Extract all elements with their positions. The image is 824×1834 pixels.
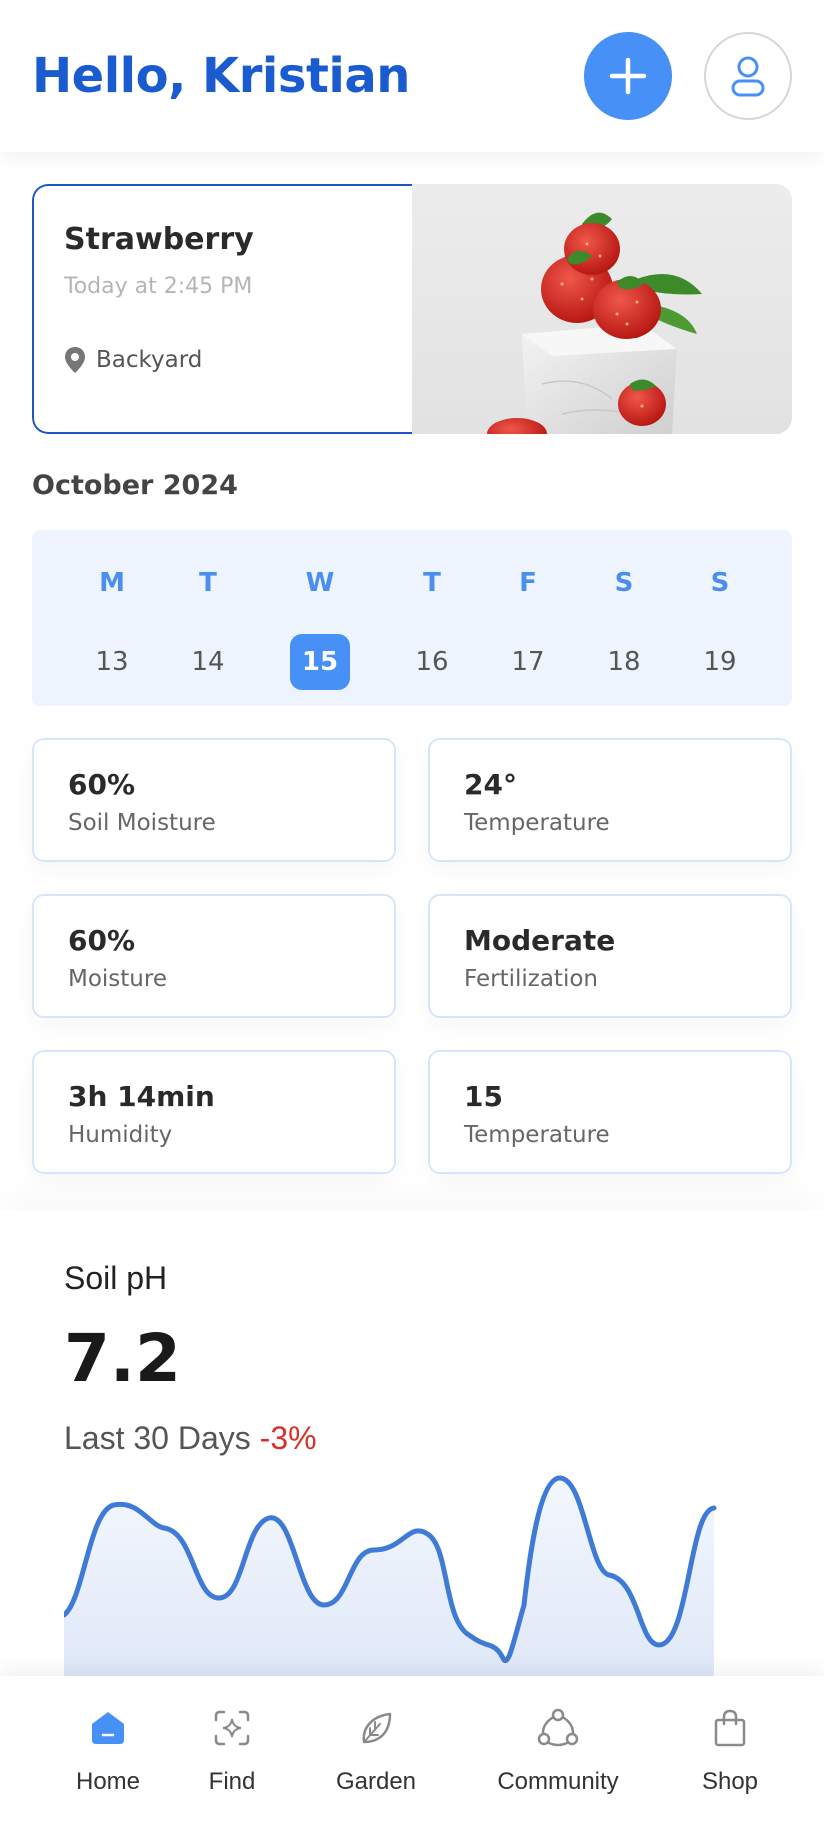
calendar-weekday: S [614,568,634,598]
calendar-weekday: T [199,568,217,598]
leaf-icon [362,1712,392,1744]
nav-label: Garden [335,1768,417,1795]
calendar-date[interactable]: 13 [82,634,142,690]
calendar-weekday: M [99,568,125,598]
stat-card-humidity[interactable]: 3h 14min Humidity [32,1050,396,1174]
stat-value: 60% [68,768,136,801]
stat-label: Temperature [464,810,610,836]
week-calendar: M 13 T 14 W 15 T 16 F 17 S 18 S 19 [32,530,792,706]
calendar-date[interactable]: 17 [498,634,558,690]
plus-icon [609,57,647,95]
stat-value: 24° [464,768,517,801]
calendar-weekday: T [423,568,441,598]
calendar-day-column[interactable]: F 17 [498,530,558,706]
nav-label: Home [75,1768,141,1795]
calendar-month: October 2024 [32,470,238,501]
calendar-date[interactable]: 18 [594,634,654,690]
stat-label: Soil Moisture [68,810,216,836]
calendar-day-column[interactable]: T 14 [178,530,238,706]
plant-info-panel: Strawberry Today at 2:45 PM Backyard [32,184,414,434]
calendar-day-column[interactable]: M 13 [82,530,142,706]
location-pin-icon [65,347,85,373]
calendar-weekday: W [305,568,335,598]
nav-label: Shop [701,1768,759,1795]
profile-button[interactable] [704,32,792,120]
soil-ph-value: 7.2 [64,1320,181,1397]
soil-ph-title: Soil pH [64,1260,168,1296]
stat-card-temperature-2[interactable]: 15 Temperature [428,1050,792,1174]
calendar-day-column[interactable]: W 15 [290,530,350,706]
add-plant-button[interactable] [584,32,672,120]
calendar-weekday: F [519,568,537,598]
plant-photo [412,184,792,434]
calendar-date[interactable]: 14 [178,634,238,690]
soil-ph-chart [64,1475,717,1680]
scan-icon [214,1710,250,1746]
calendar-date-selected[interactable]: 15 [290,634,350,690]
soil-ph-period: Last 30 Days -3% [64,1420,317,1457]
strawberry-image [412,184,792,434]
nav-item-garden[interactable]: Garden [326,1706,426,1816]
shopping-bag-icon [714,1709,746,1747]
plant-location-label: Backyard [96,347,203,373]
stat-value: Moderate [464,924,616,957]
nav-item-community[interactable]: Community [488,1706,628,1816]
plant-name: Strawberry [64,222,254,257]
plant-location: Backyard [64,346,202,374]
calendar-date[interactable]: 16 [402,634,462,690]
stat-value: 3h 14min [68,1080,215,1113]
calendar-weekday: S [710,568,730,598]
home-icon [92,1712,124,1744]
nav-label: Find [208,1768,256,1795]
stat-label: Temperature [464,1122,610,1148]
stat-value: 60% [68,924,136,957]
stat-label: Humidity [68,1122,173,1148]
stat-card-soil-moisture[interactable]: 60% Soil Moisture [32,738,396,862]
community-icon [537,1708,579,1747]
calendar-day-column[interactable]: S 19 [690,530,750,706]
app-header: Hello, Kristian [0,0,824,152]
nav-label: Community [497,1768,619,1795]
greeting-title: Hello, Kristian [32,48,410,104]
soil-ph-card[interactable]: Soil pH 7.2 Last 30 Days -3% [0,1210,824,1680]
nav-item-home[interactable]: Home [58,1706,158,1816]
soil-ph-change: -3% [259,1420,317,1456]
nav-item-find[interactable]: Find [196,1706,268,1816]
calendar-day-column[interactable]: S 18 [594,530,654,706]
soil-ph-period-label: Last 30 Days [64,1420,251,1456]
stat-card-temperature[interactable]: 24° Temperature [428,738,792,862]
bottom-navigation: Home Find Garden Community Shop [0,1676,824,1834]
stat-value: 15 [464,1080,503,1113]
nav-item-shop[interactable]: Shop [690,1706,770,1816]
user-icon [731,56,765,97]
stat-card-fertilization[interactable]: Moderate Fertilization [428,894,792,1018]
stat-label: Fertilization [464,966,598,992]
stat-label: Moisture [68,966,167,992]
calendar-date[interactable]: 19 [690,634,750,690]
stat-card-moisture[interactable]: 60% Moisture [32,894,396,1018]
calendar-day-column[interactable]: T 16 [402,530,462,706]
plant-time: Today at 2:45 PM [64,274,253,299]
plant-card[interactable]: Strawberry Today at 2:45 PM Backyard [32,184,792,434]
